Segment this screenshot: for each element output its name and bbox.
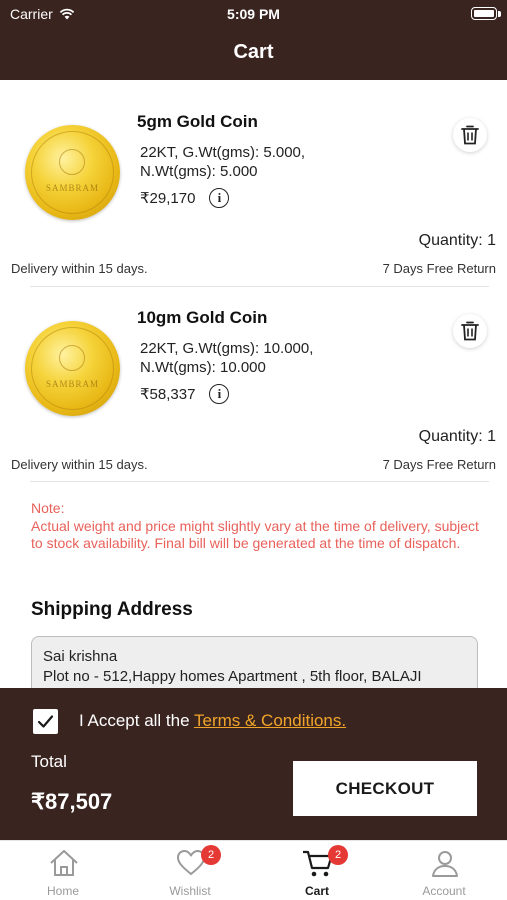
item-price-row: ₹58,337 i (140, 384, 230, 404)
battery-tip (498, 11, 501, 17)
checkout-button[interactable]: CHECKOUT (293, 761, 477, 816)
home-icon (50, 850, 78, 876)
item-spec-line1: 22KT, G.Wt(gms): 5.000, (140, 144, 306, 161)
battery-icon (471, 7, 497, 20)
item-name[interactable]: 10gm Gold Coin (137, 308, 267, 328)
delivery-info: Delivery within 15 days. (11, 261, 148, 276)
note-text: Actual weight and price might slightly v… (31, 517, 479, 552)
gold-coin-image: SAMBRAM (25, 321, 120, 416)
terms-text: I Accept all the Terms & Conditions. (79, 711, 346, 731)
delivery-info: Delivery within 15 days. (11, 457, 148, 472)
status-time: 5:09 PM (227, 6, 280, 22)
account-icon (432, 851, 458, 877)
status-bar: Carrier 5:09 PM (0, 0, 507, 30)
address-line: Plot no - 512,Happy homes Apartment , 5t… (43, 668, 422, 685)
item-price: ₹29,170 (140, 190, 196, 207)
total-label: Total (31, 752, 67, 771)
checkout-panel: I Accept all the Terms & Conditions. Tot… (0, 688, 507, 840)
wishlist-badge: 2 (201, 845, 221, 865)
terms-prefix: I Accept all the (79, 711, 190, 730)
terms-link[interactable]: Terms & Conditions. (194, 711, 346, 730)
info-icon[interactable]: i (209, 188, 230, 208)
gold-coin-image: SAMBRAM (25, 125, 120, 220)
cart-item: SAMBRAM 5gm Gold Coin 22KT, G.Wt(gms): 5… (0, 80, 507, 287)
cart-content[interactable]: SAMBRAM 5gm Gold Coin 22KT, G.Wt(gms): 5… (0, 80, 507, 688)
cart-badge: 2 (328, 845, 348, 865)
nav-header: Cart (0, 30, 507, 80)
page-title: Cart (233, 41, 274, 63)
return-policy: 7 Days Free Return (382, 457, 496, 472)
tab-label: Home (46, 884, 79, 898)
terms-checkbox[interactable] (33, 709, 58, 734)
item-divider (30, 481, 489, 482)
coin-brand-text: SAMBRAM (45, 183, 99, 193)
item-quantity: Quantity: 1 (418, 232, 496, 249)
tab-label: Cart (304, 884, 329, 898)
trash-icon (461, 321, 479, 341)
tab-wishlist[interactable]: 2 Wishlist (127, 841, 253, 900)
shipping-address-title: Shipping Address (31, 599, 193, 620)
item-price-row: ₹29,170 i (140, 188, 230, 208)
tab-cart[interactable]: 2 Cart (254, 841, 380, 900)
coin-brand-text: SAMBRAM (45, 379, 99, 389)
trash-icon (461, 125, 479, 145)
item-name[interactable]: 5gm Gold Coin (137, 112, 258, 132)
return-policy: 7 Days Free Return (382, 261, 496, 276)
item-spec-line2: N.Wt(gms): 10.000 (140, 359, 266, 376)
item-price: ₹58,337 (140, 386, 196, 403)
bottom-tab-bar: Home 2 Wishlist 2 Cart Account (0, 840, 507, 900)
price-note: Note: Actual weight and price might slig… (31, 500, 491, 553)
address-name: Sai krishna (43, 648, 118, 665)
tab-account[interactable]: Account (381, 841, 507, 900)
note-label: Note: (31, 500, 65, 516)
tab-home[interactable]: Home (0, 841, 126, 900)
item-spec-line2: N.Wt(gms): 5.000 (140, 163, 258, 180)
item-quantity: Quantity: 1 (418, 428, 496, 445)
total-value: ₹87,507 (31, 789, 113, 814)
item-spec-line1: 22KT, G.Wt(gms): 10.000, (140, 340, 314, 357)
checkmark-icon (37, 715, 54, 728)
cart-item: SAMBRAM 10gm Gold Coin 22KT, G.Wt(gms): … (0, 276, 507, 482)
delete-item-button[interactable] (453, 118, 487, 152)
info-icon[interactable]: i (209, 384, 230, 404)
tab-label: Account (422, 884, 466, 898)
tab-label: Wishlist (169, 884, 211, 898)
shipping-address-box[interactable]: Sai krishna Plot no - 512,Happy homes Ap… (31, 636, 478, 688)
delete-item-button[interactable] (453, 314, 487, 348)
